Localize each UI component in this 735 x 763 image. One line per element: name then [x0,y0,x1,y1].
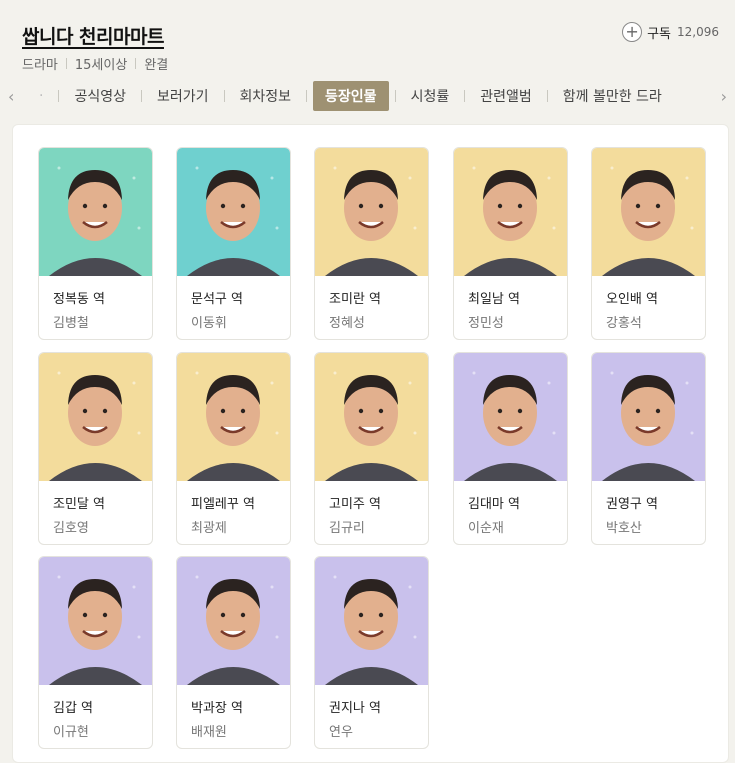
tab-divider [223,90,225,102]
role-name[interactable]: 문석구 역 [191,288,243,307]
program-header: 쌉니다 천리마마트 드라마 15세이상 완결 + 구독 12,096 ‹ · 공식… [0,0,735,120]
cast-card[interactable]: 최일남 역정민성 [453,147,568,340]
tab-list: · 공식영상 보러가기 회차정보 등장인물 시청률 관련앨범 함께 볼만한 드라 [30,80,671,112]
role-name[interactable]: 권지나 역 [329,697,381,716]
status-label: 완결 [144,58,169,73]
tab-item[interactable]: 회차정보 [231,81,301,111]
role-name[interactable]: 조미란 역 [329,288,381,307]
tab-divider [140,90,142,102]
subscribe-button[interactable]: + 구독 12,096 [622,22,719,42]
role-name[interactable]: 권영구 역 [606,493,658,512]
tab-item[interactable]: 보러가기 [148,81,218,111]
cast-card[interactable]: 피엘레꾸 역최광제 [176,352,291,545]
actor-name[interactable]: 김규리 [329,517,365,536]
rating-label: 15세이상 [74,58,128,73]
cast-card[interactable]: 조미란 역정혜성 [314,147,429,340]
cast-photo [454,148,567,276]
tab-item[interactable]: 등장인물 [313,81,389,111]
cast-photo [177,557,290,685]
actor-name[interactable]: 박호산 [606,517,642,536]
role-name[interactable]: 정복동 역 [53,288,105,307]
actor-name[interactable]: 김병철 [53,312,89,331]
tab-divider [58,90,60,102]
actor-name[interactable]: 강홍석 [606,312,642,331]
tab-divider [464,90,466,102]
meta-divider [65,58,67,69]
meta-divider [135,58,137,69]
actor-name[interactable]: 이동휘 [191,312,227,331]
cast-photo [592,353,705,481]
actor-name[interactable]: 정민성 [468,312,504,331]
actor-name[interactable]: 김호영 [53,517,89,536]
cast-card[interactable]: 김갑 역이규현 [38,556,153,749]
chevron-left-icon[interactable]: ‹ [8,87,14,106]
role-name[interactable]: 고미주 역 [329,493,381,512]
actor-name[interactable]: 정혜성 [329,312,365,331]
role-name[interactable]: 피엘레꾸 역 [191,493,255,512]
tab-divider [306,90,308,102]
subscribe-label: 구독 [647,26,671,42]
cast-photo [177,148,290,276]
cast-photo [315,148,428,276]
cast-card[interactable]: 오인배 역강홍석 [591,147,706,340]
genre-label: 드라마 [22,58,58,73]
tab-item[interactable]: 공식영상 [65,81,135,111]
cast-card[interactable]: 문석구 역이동휘 [176,147,291,340]
cast-photo [177,353,290,481]
actor-name[interactable]: 이규현 [53,721,89,740]
tab-item[interactable]: 시청률 [402,81,459,111]
cast-card[interactable]: 박과장 역배재원 [176,556,291,749]
actor-name[interactable]: 최광제 [191,517,227,536]
cast-photo [39,148,152,276]
cast-card[interactable]: 김대마 역이순재 [453,352,568,545]
cast-card[interactable]: 정복동 역김병철 [38,147,153,340]
actor-name[interactable]: 연우 [329,721,353,740]
subscriber-count: 12,096 [677,25,719,39]
cast-photo [315,353,428,481]
role-name[interactable]: 조민달 역 [53,493,105,512]
role-name[interactable]: 오인배 역 [606,288,658,307]
role-name[interactable]: 김갑 역 [53,697,93,716]
cast-photo [39,557,152,685]
plus-icon: + [622,22,643,42]
tab-divider [546,90,548,102]
cast-photo [315,557,428,685]
cast-card[interactable]: 조민달 역김호영 [38,352,153,545]
program-title[interactable]: 쌉니다 천리마마트 [22,22,164,49]
chevron-right-icon[interactable]: › [721,87,727,106]
tab-bar: ‹ · 공식영상 보러가기 회차정보 등장인물 시청률 관련앨범 함께 볼만한 드라 › [0,80,735,112]
tab-item[interactable]: 함께 볼만한 드라 [554,81,671,111]
role-name[interactable]: 김대마 역 [468,493,520,512]
cast-photo [39,353,152,481]
actor-name[interactable]: 배재원 [191,721,227,740]
cast-card[interactable]: 권지나 역연우 [314,556,429,749]
tab-overflow-dot: · [39,88,44,104]
cast-photo [454,353,567,481]
tab-item[interactable]: 관련앨범 [471,81,541,111]
role-name[interactable]: 최일남 역 [468,288,520,307]
cast-card[interactable]: 고미주 역김규리 [314,352,429,545]
role-name[interactable]: 박과장 역 [191,697,243,716]
actor-name[interactable]: 이순재 [468,517,504,536]
cast-panel: 정복동 역 김병철 문석구 역 이동휘 조미란 역 정혜성 최일남 역 정민성 오인배 역 강홍석… [12,124,729,763]
cast-card[interactable]: 권영구 역박호산 [591,352,706,545]
tab-divider [394,90,396,102]
program-meta: 드라마 15세이상 완결 [22,54,168,73]
cast-photo [592,148,705,276]
